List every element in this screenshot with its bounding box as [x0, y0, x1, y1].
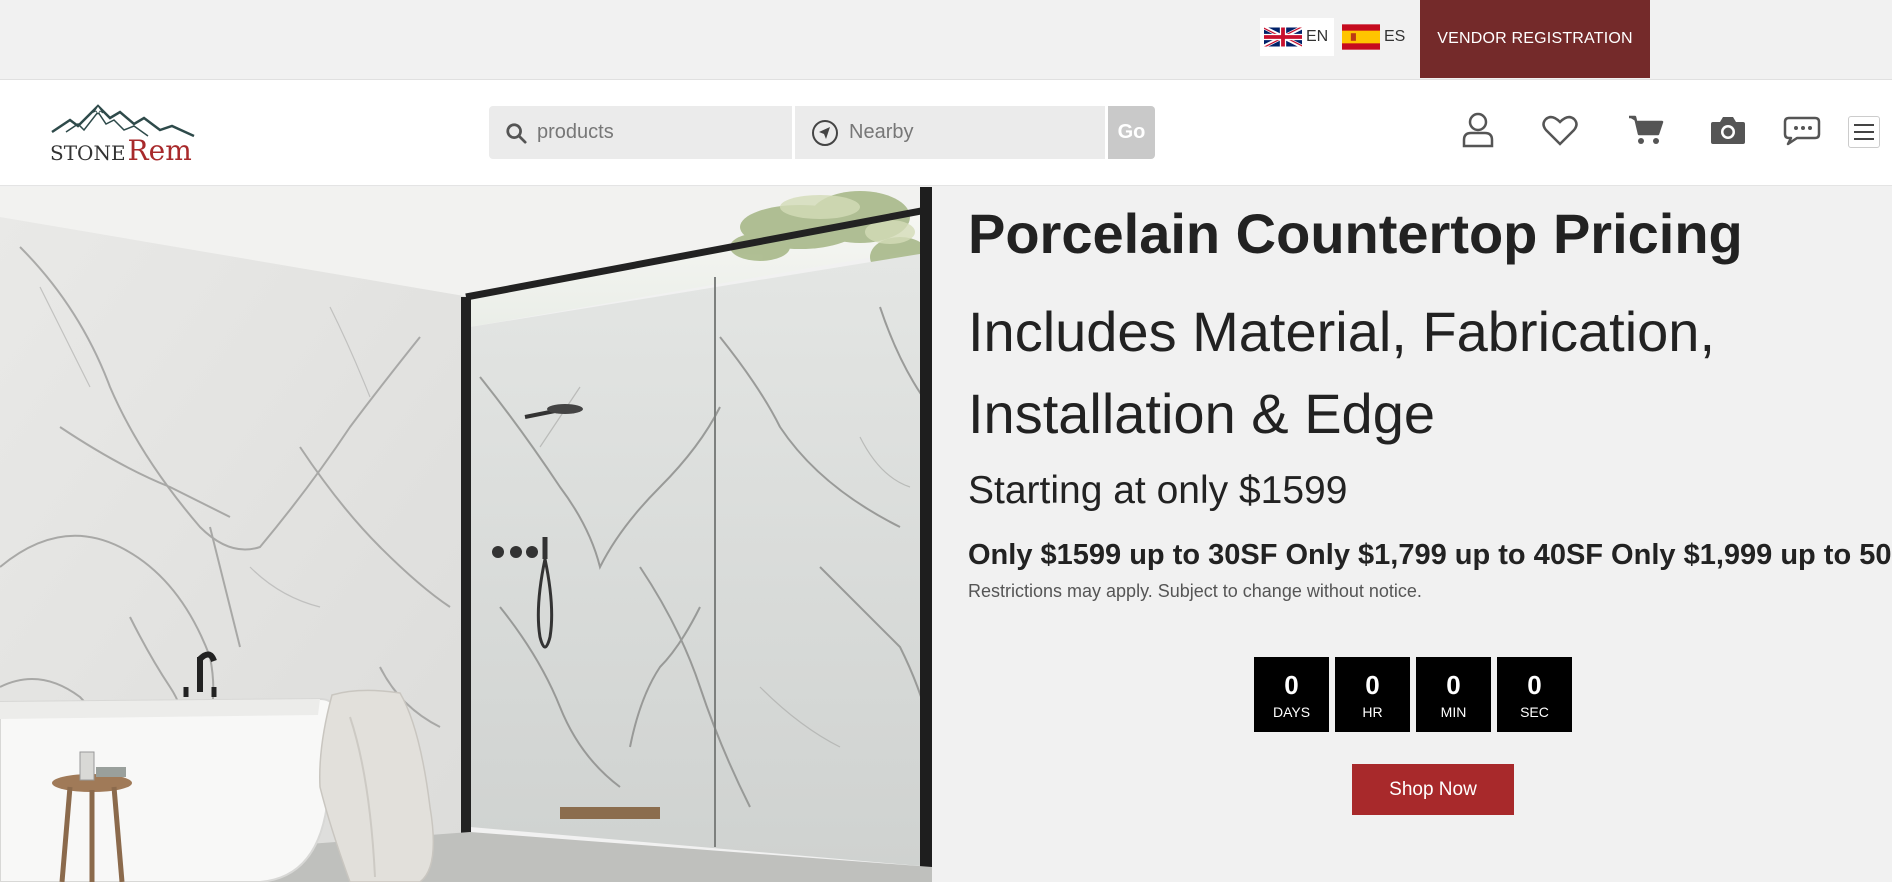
language-en[interactable]: EN [1260, 18, 1335, 56]
countdown-minutes-value: 0 [1446, 669, 1461, 700]
chat-button[interactable] [1782, 110, 1822, 150]
starting-price: Starting at only $1599 [968, 469, 1348, 512]
search-bar: Go [489, 106, 1155, 159]
countdown-seconds-value: 0 [1527, 669, 1542, 700]
uk-flag-icon [1264, 25, 1302, 49]
product-search-field[interactable] [489, 106, 792, 159]
countdown-timer: 0 DAYS 0 HR 0 MIN 0 SEC [1254, 657, 1572, 732]
camera-icon [1711, 117, 1745, 144]
page-title: Porcelain Countertop Pricing [968, 202, 1743, 265]
user-icon [1462, 112, 1494, 148]
countdown-hours-value: 0 [1365, 669, 1380, 700]
countdown-seconds-label: SEC [1520, 703, 1549, 720]
user-account-button[interactable] [1458, 110, 1498, 150]
wishlist-button[interactable] [1540, 110, 1580, 150]
shop-now-button[interactable]: Shop Now [1352, 764, 1514, 815]
vendor-registration-button[interactable]: VENDOR REGISTRATION [1420, 0, 1650, 78]
menu-icon[interactable] [1848, 116, 1880, 148]
countdown-days-value: 0 [1284, 669, 1299, 700]
cart-button[interactable] [1626, 110, 1666, 150]
camera-search-button[interactable] [1708, 110, 1748, 150]
spain-flag-icon [1342, 24, 1380, 50]
go-button[interactable]: Go [1108, 106, 1155, 159]
restrictions-note: Restrictions may apply. Subject to chang… [968, 581, 1422, 601]
heart-icon [1542, 115, 1578, 146]
hero-image [0, 187, 932, 882]
countdown-days: 0 DAYS [1254, 657, 1329, 732]
main-header: STONERem Go [0, 80, 1892, 186]
top-bar: EN ES VENDOR REGISTRATION [0, 0, 1892, 80]
hero-subtitle: Includes Material, Fabrication, Installa… [968, 300, 1716, 445]
language-en-label: EN [1306, 28, 1329, 45]
countdown-days-label: DAYS [1272, 703, 1311, 720]
logo-word-rem: Rem [127, 134, 192, 167]
chat-icon [1783, 116, 1821, 146]
nearby-field[interactable] [795, 106, 1105, 159]
pricing-tiers: Only $1599 up to 30SF Only $1,799 up to … [968, 539, 1892, 571]
countdown-minutes: 0 MIN [1416, 657, 1491, 732]
cart-icon [1629, 115, 1664, 144]
nearby-input[interactable] [849, 121, 1089, 144]
language-es-label: ES [1384, 28, 1406, 45]
product-search-input[interactable] [537, 121, 777, 144]
location-arrow-icon [812, 119, 838, 146]
logo-word-stone: STONE [50, 141, 126, 165]
search-icon [506, 122, 527, 144]
countdown-hours: 0 HR [1335, 657, 1410, 732]
countdown-seconds: 0 SEC [1497, 657, 1572, 732]
language-es[interactable]: ES [1338, 18, 1409, 56]
logo[interactable]: STONERem [48, 100, 200, 167]
countdown-hours-label: HR [1362, 703, 1383, 720]
countdown-minutes-label: MIN [1440, 703, 1467, 720]
